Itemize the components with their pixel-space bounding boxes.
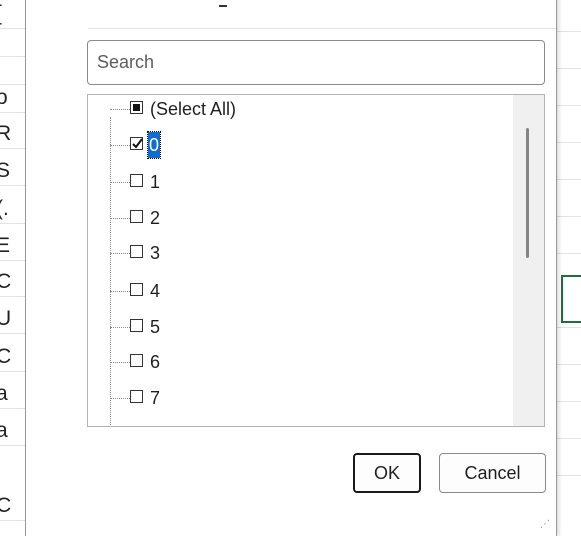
list-item[interactable]: 2 [88,205,508,232]
gridline [553,216,581,217]
checkbox[interactable] [130,426,143,427]
checkbox[interactable] [130,283,143,296]
gridline [553,438,581,439]
list-scrollbar[interactable] [513,95,544,426]
checkbox[interactable] [130,174,143,187]
sheet-cell[interactable]: C [0,492,26,521]
list-item[interactable]: 4 [88,278,508,305]
scrollbar-thumb[interactable] [526,128,529,258]
sheet-cell[interactable]: S [0,157,26,186]
search-box[interactable] [87,40,545,85]
checkbox[interactable] [130,354,143,367]
cancel-button[interactable]: Cancel [439,453,546,493]
checkbox[interactable] [130,137,143,150]
resize-grip-icon[interactable]: ⋰ [540,520,550,530]
list-item-label: 5 [150,317,161,337]
sheet-cell[interactable] [0,28,26,57]
list-item[interactable]: 6 [88,349,508,376]
tree-connector [110,109,130,110]
ok-button[interactable]: OK [353,453,421,493]
sheet-cell[interactable]: U [0,305,26,334]
active-cell-indicator[interactable] [561,275,581,323]
list-item[interactable]: 0 [88,131,508,159]
search-input[interactable] [97,41,544,84]
gridline [553,31,581,32]
sheet-cell[interactable]: E [0,232,26,261]
checkbox[interactable] [130,390,143,403]
sheet-cell[interactable]: (. [0,195,26,224]
list-item[interactable] [88,421,508,427]
tree-connector [110,145,130,146]
filter-dropdown-panel: (Select All) 0 1 2 3 [25,0,557,536]
tree-connector [110,291,130,292]
list-item[interactable]: 3 [88,240,508,267]
right-cell-column [553,0,581,530]
tree-connector [110,218,130,219]
list-item-select-all[interactable]: (Select All) [88,96,508,123]
gridline [553,327,581,328]
sheet-cell[interactable]: C [0,343,26,372]
list-item-label: (Select All) [150,99,237,119]
checkmark-icon [132,138,143,149]
sheet-cell[interactable]: o [0,84,26,113]
gridline [553,142,581,143]
tree-connector [110,398,130,399]
menu-fragment [219,5,227,7]
sheet-cell[interactable]: [ [0,0,26,29]
list-item-label: 1 [150,172,161,192]
tree-connector [110,253,130,254]
sheet-cell[interactable]: a [0,380,26,409]
checkbox[interactable] [130,319,143,332]
gridline [553,475,581,476]
filter-value-list[interactable]: (Select All) 0 1 2 3 4 5 6 7 [87,94,545,427]
list-item-label: 4 [150,281,161,301]
list-item-label: 6 [150,352,161,372]
sheet-cell[interactable] [0,56,26,85]
list-item-label: 0 [146,131,162,159]
tree-connector [110,327,130,328]
select-all-checkbox[interactable] [130,101,143,114]
tree-connector [110,182,130,183]
gridline [553,105,581,106]
gridline [553,364,581,365]
list-item[interactable]: 7 [88,385,508,412]
tree-connector [110,117,111,426]
gridline [553,179,581,180]
left-cell-column: [ o R S (. E C U C a a C [0,0,27,530]
menu-separator [88,28,556,29]
gridline [553,253,581,254]
sheet-cell[interactable]: C [0,268,26,297]
list-item[interactable]: 1 [88,169,508,196]
sheet-cell[interactable]: R [0,120,26,149]
list-item-label: 2 [150,208,161,228]
checkbox[interactable] [130,210,143,223]
gridline [553,68,581,69]
sheet-cell[interactable]: a [0,417,26,446]
list-item[interactable]: 5 [88,314,508,341]
list-item-label: 7 [150,388,161,408]
list-item-label: 3 [150,243,161,263]
tree-connector [110,362,130,363]
checkbox[interactable] [130,245,143,258]
gridline [553,401,581,402]
